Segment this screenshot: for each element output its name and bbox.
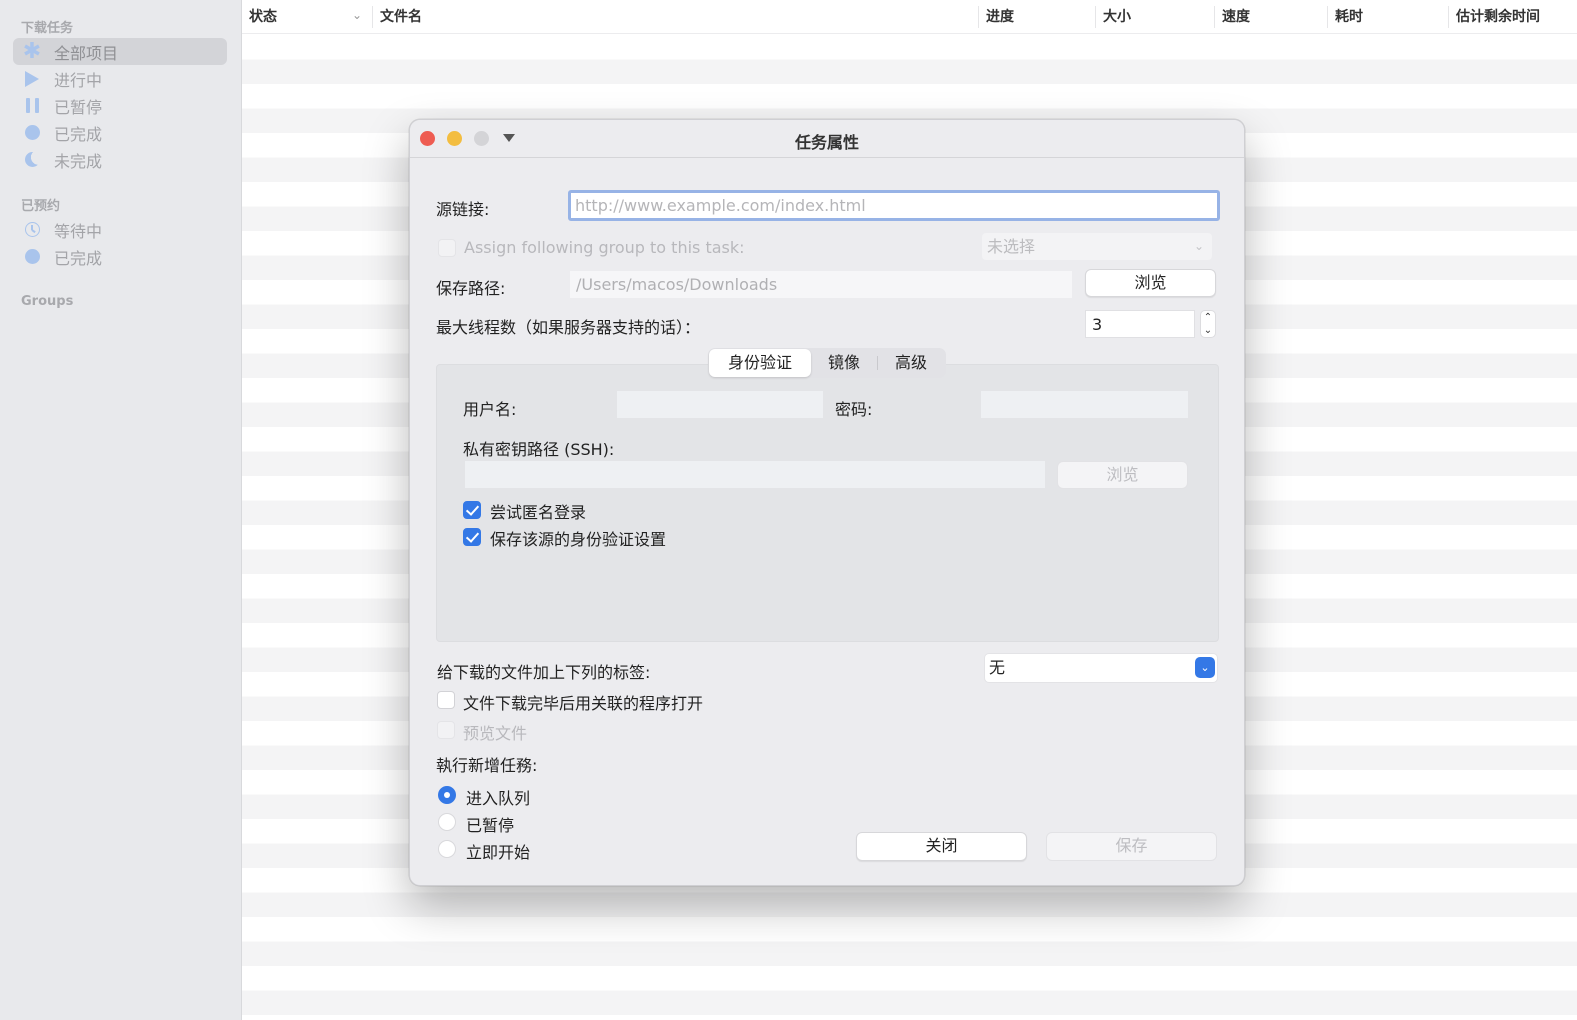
anonymous-login-label: 尝试匿名登录	[490, 503, 587, 522]
circle-icon	[22, 123, 42, 143]
column-header-size[interactable]: 大小	[1103, 7, 1131, 27]
group-select[interactable]: 未选择 ⌄	[982, 233, 1212, 260]
tab-authentication[interactable]: 身份验证	[709, 349, 811, 377]
column-separator[interactable]	[1448, 6, 1449, 28]
sidebar-item-all[interactable]: ✱ 全部项目	[13, 38, 227, 65]
sidebar-section-groups: Groups	[21, 294, 74, 309]
sidebar-item-scheduled-completed[interactable]: 已完成	[13, 243, 227, 270]
sidebar-item-incomplete[interactable]: 未完成	[13, 146, 227, 173]
sidebar-section-downloads: 下载任务	[21, 21, 74, 36]
preview-checkbox[interactable]	[437, 721, 455, 739]
anonymous-login-checkbox[interactable]	[463, 501, 481, 519]
chevron-down-icon[interactable]: ⌄	[1195, 657, 1215, 678]
save-path-label: 保存路径:	[436, 279, 506, 298]
ssh-key-label: 私有密钥路径 (SSH):	[463, 440, 615, 459]
radio-queue-label: 进入队列	[466, 789, 531, 808]
column-header-remaining[interactable]: 估计剩余时间	[1456, 7, 1540, 27]
max-threads-label: 最大线程数（如果服务器支持的话）：	[436, 318, 701, 337]
username-label: 用户名:	[463, 400, 517, 419]
save-path-browse-button[interactable]: 浏览	[1085, 269, 1216, 297]
asterisk-icon: ✱	[22, 39, 42, 64]
tab-bar: 身份验证 镜像 高级	[708, 348, 946, 378]
sort-chevron-icon[interactable]: ⌄	[352, 8, 362, 22]
sidebar-item-paused[interactable]: 已暂停	[13, 92, 227, 119]
column-header-speed[interactable]: 速度	[1222, 7, 1250, 27]
max-threads-stepper[interactable]: ⌃ ⌄	[1200, 310, 1216, 338]
source-url-label: 源链接:	[436, 200, 490, 219]
username-input[interactable]	[617, 391, 823, 418]
column-separator[interactable]	[1214, 6, 1215, 28]
radio-paused[interactable]	[438, 813, 456, 831]
column-header-filename[interactable]: 文件名	[380, 7, 422, 27]
password-input[interactable]	[981, 391, 1188, 418]
play-icon	[22, 69, 42, 89]
save-auth-label: 保存该源的身份验证设置	[490, 530, 667, 549]
password-label: 密码:	[835, 400, 873, 419]
sidebar-item-active[interactable]: 进行中	[13, 65, 227, 92]
close-button[interactable]: 关闭	[856, 832, 1027, 861]
sidebar-item-label: 已完成	[54, 124, 103, 144]
new-task-label: 執行新增任務:	[436, 756, 538, 775]
pause-icon	[22, 96, 42, 116]
sidebar-item-label: 全部项目	[54, 43, 119, 63]
sidebar-item-label: 已暂停	[54, 97, 103, 117]
sidebar-item-waiting[interactable]: 等待中	[13, 216, 227, 243]
tab-mirrors[interactable]: 镜像	[811, 349, 877, 377]
table-header: 状态 ⌄ 文件名 进度 大小 速度 耗时 估计剩余时间	[242, 0, 1577, 34]
column-header-status[interactable]: 状态	[249, 7, 277, 27]
save-auth-checkbox[interactable]	[463, 528, 481, 546]
column-separator[interactable]	[1327, 6, 1328, 28]
column-header-progress[interactable]: 进度	[986, 7, 1014, 27]
task-properties-dialog: 任务属性 源链接: http://www.example.com/index.h…	[409, 119, 1245, 886]
dialog-titlebar[interactable]: 任务属性	[410, 120, 1244, 158]
ssh-key-browse-button[interactable]: 浏览	[1057, 461, 1188, 489]
tab-advanced[interactable]: 高级	[878, 349, 944, 377]
column-separator[interactable]	[372, 6, 373, 28]
open-after-label: 文件下载完毕后用关联的程序打开	[463, 694, 704, 713]
open-after-checkbox[interactable]	[437, 691, 455, 709]
chevron-down-icon[interactable]: ⌄	[1204, 325, 1212, 336]
assign-group-checkbox[interactable]	[438, 239, 456, 257]
sidebar-item-completed[interactable]: 已完成	[13, 119, 227, 146]
assign-group-label: Assign following group to this task:	[464, 238, 745, 257]
chevron-down-icon: ⌄	[1193, 239, 1204, 253]
preview-label: 预览文件	[463, 724, 528, 743]
source-url-input[interactable]: http://www.example.com/index.html	[568, 190, 1220, 221]
sidebar-item-label: 已完成	[54, 248, 103, 268]
sidebar-item-label: 等待中	[54, 221, 103, 241]
sidebar: 下载任务 ✱ 全部项目 进行中 已暂停 已完成 未完成 已预约 等待中 已完成 …	[0, 0, 242, 1020]
circle-icon	[22, 247, 42, 267]
save-path-input[interactable]: /Users/macos/Downloads	[570, 271, 1072, 298]
clock-icon	[22, 220, 42, 240]
sidebar-item-label: 进行中	[54, 70, 103, 90]
column-header-elapsed[interactable]: 耗时	[1335, 7, 1363, 27]
radio-start-now[interactable]	[438, 840, 456, 858]
tag-select-value: 无	[989, 658, 1006, 677]
ssh-key-input[interactable]	[465, 461, 1045, 488]
column-separator[interactable]	[978, 6, 979, 28]
radio-paused-label: 已暂停	[466, 816, 515, 835]
chevron-up-icon[interactable]: ⌃	[1204, 312, 1212, 323]
tag-select[interactable]: 无 ⌄	[985, 654, 1217, 682]
column-separator[interactable]	[1095, 6, 1096, 28]
radio-start-now-label: 立即开始	[466, 843, 531, 862]
tag-label: 给下载的文件加上下列的标签:	[437, 663, 651, 682]
sidebar-section-scheduled: 已预约	[21, 199, 61, 214]
max-threads-input[interactable]: 3	[1085, 310, 1195, 338]
dialog-title: 任务属性	[794, 133, 859, 152]
group-select-value: 未选择	[987, 237, 1036, 256]
radio-queue[interactable]	[438, 786, 456, 804]
sidebar-item-label: 未完成	[54, 151, 103, 171]
save-button[interactable]: 保存	[1046, 832, 1217, 861]
moon-icon	[22, 150, 42, 170]
